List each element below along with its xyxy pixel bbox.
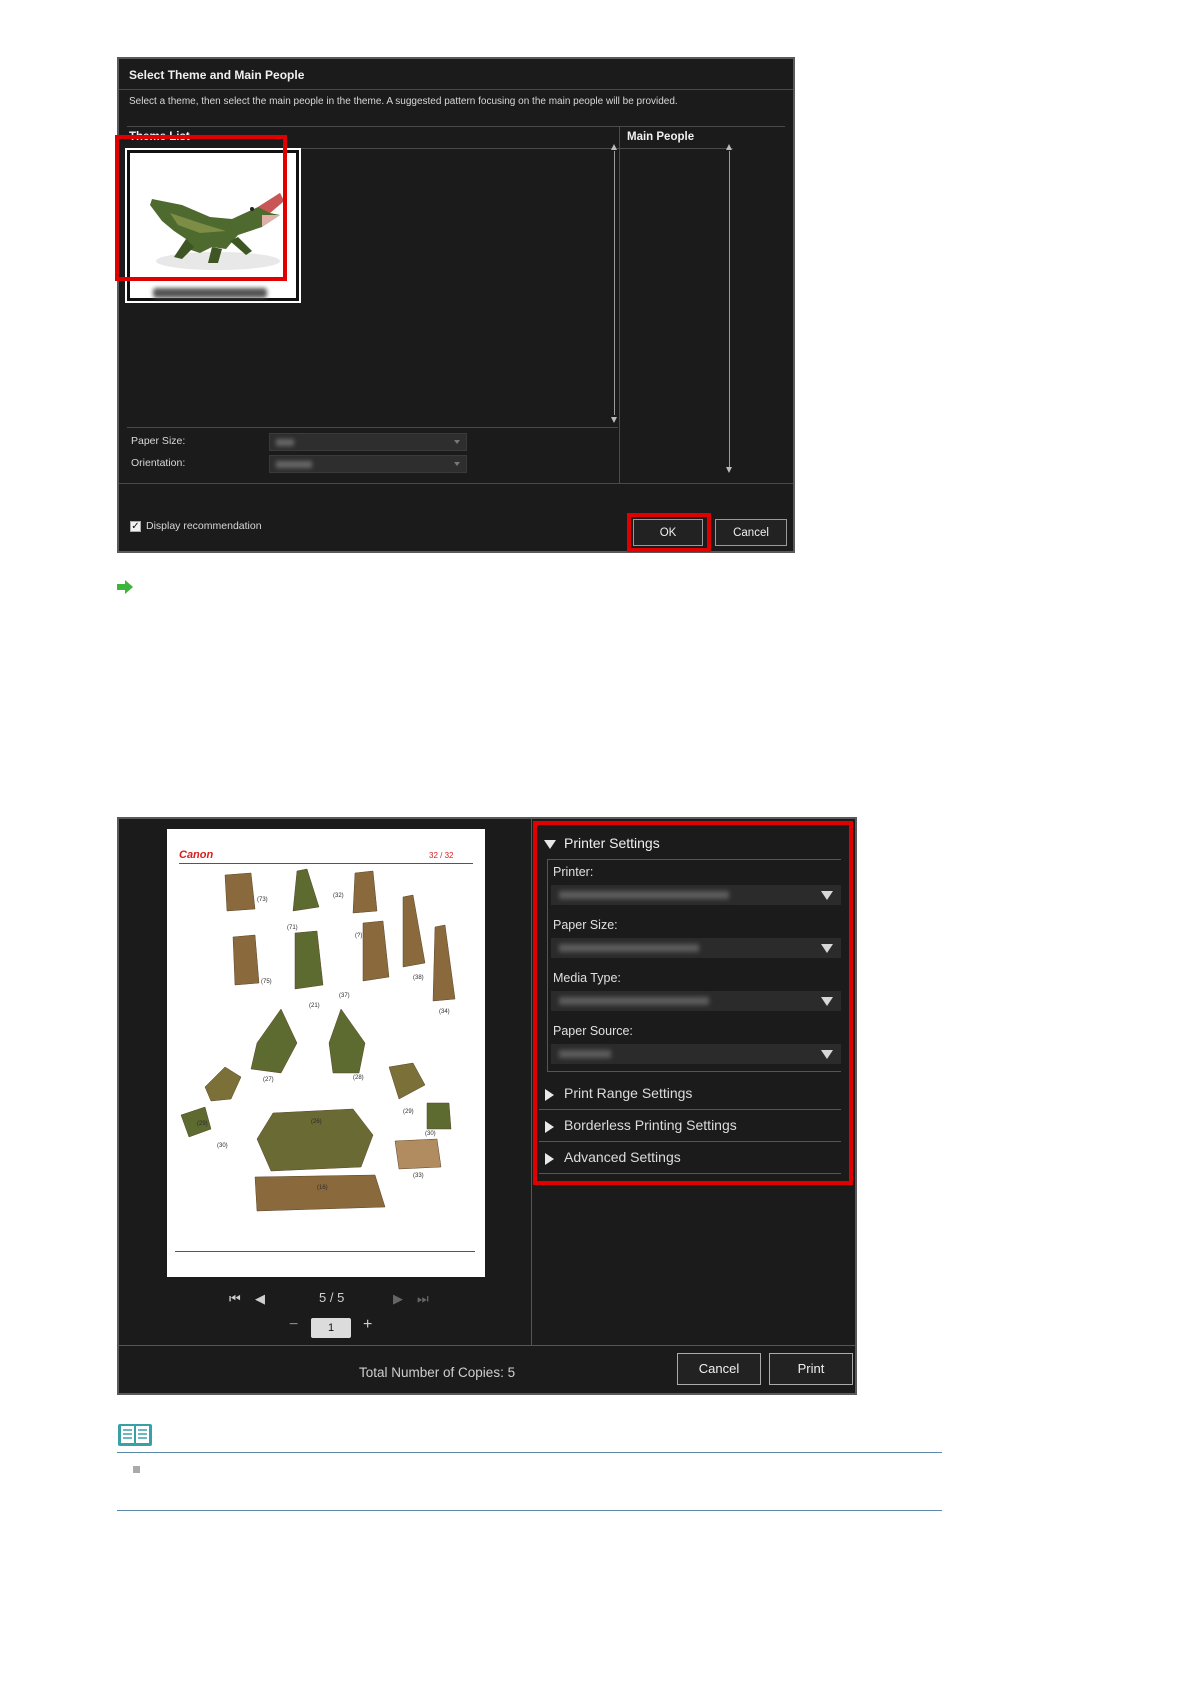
orientation-value-blurred <box>276 461 312 468</box>
note-bottom-rule <box>117 1510 942 1511</box>
bullet-icon <box>133 1466 140 1473</box>
scroll-down-icon[interactable] <box>726 467 732 473</box>
copies-input[interactable]: 1 <box>311 1318 351 1338</box>
green-arrow-icon <box>117 580 133 594</box>
svg-text:(71): (71) <box>287 925 298 931</box>
total-copies-value: 5 <box>507 1365 516 1380</box>
scroll-down-icon[interactable] <box>611 417 617 423</box>
svg-text:(75): (75) <box>261 979 272 985</box>
print-button[interactable]: Print <box>769 1353 853 1385</box>
svg-text:(?): (?) <box>355 933 362 939</box>
page-footer-rule <box>175 1251 475 1252</box>
page-brand: Canon <box>179 849 214 861</box>
page-number-text: 32 / 32 <box>429 851 454 860</box>
pane-divider <box>619 127 620 483</box>
ok-highlight-box <box>627 513 711 552</box>
crocodile-papercraft-pattern: (73) (32) (71) (?) (75) (21) (37) (38) (34) (… <box>180 868 456 1212</box>
theme-highlight-box <box>115 135 287 281</box>
page-header-rule <box>179 863 473 864</box>
first-page-icon[interactable]: ⏮ <box>229 1291 241 1307</box>
svg-text:(29): (29) <box>403 1109 414 1115</box>
note-top-rule <box>117 1452 942 1453</box>
paper-size-select[interactable] <box>269 433 467 451</box>
paper-size-label: Paper Size: <box>131 435 186 447</box>
footer-divider <box>119 1345 855 1346</box>
theme-caption-blurred <box>153 288 267 298</box>
select-theme-dialog: Select Theme and Main People Select a th… <box>115 57 795 553</box>
decrease-copies-button[interactable]: − <box>289 1316 298 1334</box>
svg-text:(28): (28) <box>353 1075 364 1081</box>
svg-text:(38): (38) <box>413 975 424 981</box>
pane-divider <box>531 819 532 1345</box>
theme-list-scrollbar[interactable] <box>614 151 615 415</box>
svg-text:(32): (32) <box>333 893 344 899</box>
note-book-icon <box>118 1424 152 1446</box>
svg-text:(16): (16) <box>317 1185 328 1191</box>
svg-text:(27): (27) <box>263 1077 274 1083</box>
cancel-button[interactable]: Cancel <box>677 1353 761 1385</box>
svg-text:(34): (34) <box>439 1009 450 1015</box>
total-copies: Total Number of Copies: 5 <box>359 1365 515 1380</box>
increase-copies-button[interactable]: + <box>363 1316 372 1334</box>
svg-text:(26): (26) <box>311 1119 322 1125</box>
svg-text:(29): (29) <box>197 1121 208 1127</box>
display-recommendation-checkbox[interactable]: ✓ <box>130 521 141 532</box>
next-page-icon[interactable]: ▶ <box>393 1291 403 1307</box>
scroll-up-icon[interactable] <box>726 144 732 150</box>
cancel-button[interactable]: Cancel <box>715 519 787 546</box>
svg-text:(30): (30) <box>425 1131 436 1137</box>
footer-divider <box>119 483 793 484</box>
svg-text:(21): (21) <box>309 1003 320 1009</box>
svg-text:(37): (37) <box>339 993 350 999</box>
page-counter: 5 / 5 <box>319 1290 345 1305</box>
total-copies-label: Total Number of Copies: <box>359 1365 504 1380</box>
chevron-down-icon <box>454 440 460 444</box>
main-people-label: Main People <box>627 131 695 143</box>
paper-size-value-blurred <box>276 439 294 446</box>
orientation-select[interactable] <box>269 455 467 473</box>
dialog-description: Select a theme, then select the main peo… <box>129 96 678 107</box>
print-settings-dialog: Canon 32 / 32 (73) (32) (71) (?) (75) (2… <box>117 817 857 1395</box>
svg-text:(33): (33) <box>413 1173 424 1179</box>
description-divider <box>127 126 785 127</box>
dialog-title: Select Theme and Main People <box>129 68 305 82</box>
svg-text:(73): (73) <box>257 897 268 903</box>
title-divider <box>119 89 793 90</box>
chevron-down-icon <box>454 462 460 466</box>
previous-page-icon[interactable]: ◀ <box>255 1291 265 1307</box>
options-divider <box>127 427 618 428</box>
settings-highlight-box <box>533 821 853 1185</box>
main-people-header-divider <box>623 148 733 149</box>
svg-text:(30): (30) <box>217 1143 228 1149</box>
display-recommendation-label: Display recommendation <box>146 520 262 532</box>
orientation-label: Orientation: <box>131 457 186 469</box>
main-people-scrollbar[interactable] <box>729 151 730 469</box>
scroll-up-icon[interactable] <box>611 144 617 150</box>
last-page-icon[interactable]: ⏭ <box>417 1291 429 1307</box>
print-preview-page: Canon 32 / 32 (73) (32) (71) (?) (75) (2… <box>167 829 485 1277</box>
